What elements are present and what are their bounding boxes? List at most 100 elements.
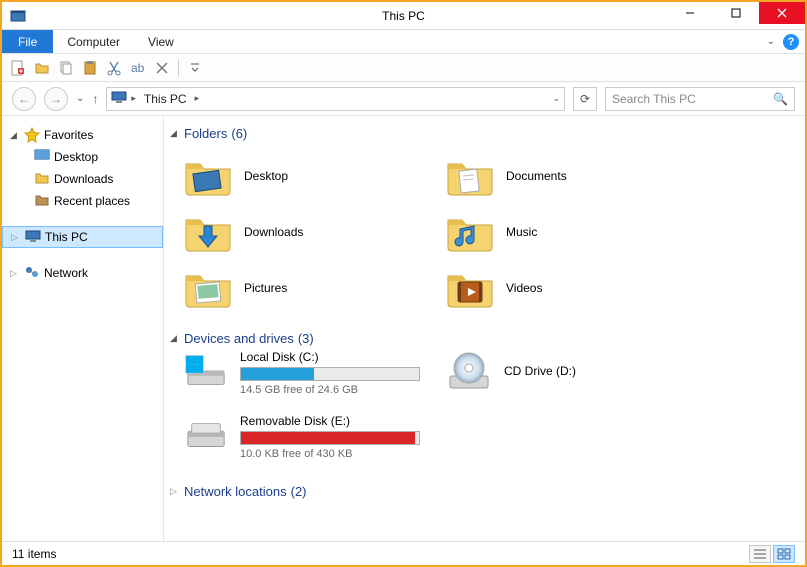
folder-videos[interactable]: Videos xyxy=(446,263,696,313)
body: ◢ Favorites Desktop Downloads Recent p xyxy=(2,116,805,541)
section-count: (2) xyxy=(291,484,307,499)
tree-label: This PC xyxy=(45,230,88,244)
tree-item-recent-places[interactable]: Recent places xyxy=(2,190,163,212)
forward-button[interactable]: → xyxy=(44,87,68,111)
recent-locations-icon[interactable]: ⌄ xyxy=(76,93,84,104)
tree-label: Favorites xyxy=(44,128,93,142)
expand-icon[interactable]: ▷ xyxy=(10,268,20,279)
rename-icon[interactable]: ab xyxy=(130,60,146,76)
tree-label: Desktop xyxy=(54,150,98,164)
tree-network[interactable]: ▷ Network xyxy=(2,262,163,284)
folder-label: Documents xyxy=(506,169,567,183)
drive-removable-e[interactable]: Removable Disk (E:) 10.0 KB free of 430 … xyxy=(170,414,420,470)
svg-text:ab: ab xyxy=(131,61,145,75)
folder-documents[interactable]: Documents xyxy=(446,151,696,201)
folder-downloads[interactable]: Downloads xyxy=(184,207,434,257)
folder-desktop[interactable]: Desktop xyxy=(184,151,434,201)
chevron-right-icon[interactable]: ▸ xyxy=(131,93,136,104)
tree-item-desktop[interactable]: Desktop xyxy=(2,146,163,168)
section-count: (6) xyxy=(231,126,247,141)
desktop-icon xyxy=(34,148,50,167)
expand-icon[interactable]: ▷ xyxy=(11,232,21,243)
section-folders[interactable]: ◢ Folders (6) xyxy=(170,122,795,145)
back-button[interactable]: ← xyxy=(12,87,36,111)
drive-name: Local Disk (C:) xyxy=(240,350,420,364)
tree-this-pc[interactable]: ▷ This PC xyxy=(2,226,163,248)
content-pane: ◢ Folders (6) Desktop Documents xyxy=(164,116,805,541)
collapse-icon[interactable]: ◢ xyxy=(170,128,180,139)
tiles-view-button[interactable] xyxy=(773,545,795,563)
capacity-bar xyxy=(240,367,420,381)
drive-name: CD Drive (D:) xyxy=(504,364,576,378)
open-icon[interactable] xyxy=(34,60,50,76)
folder-music[interactable]: Music xyxy=(446,207,696,257)
drive-free-text: 14.5 GB free of 24.6 GB xyxy=(240,384,420,396)
tab-computer[interactable]: Computer xyxy=(53,30,134,53)
hard-drive-icon xyxy=(184,350,228,392)
cut-icon[interactable] xyxy=(106,60,122,76)
navbar: ← → ⌄ ↑ ▸ This PC ▸ ⌄ ⟳ Search This PC 🔍 xyxy=(2,82,805,116)
folder-label: Videos xyxy=(506,281,542,295)
folder-pictures[interactable]: Pictures xyxy=(184,263,434,313)
window: This PC File Computer View ⌄ ? xyxy=(0,0,807,567)
window-controls xyxy=(667,2,805,24)
capacity-fill xyxy=(241,368,314,380)
section-devices[interactable]: ◢ Devices and drives (3) xyxy=(170,327,795,350)
folder-icon xyxy=(446,156,494,196)
folder-icon xyxy=(446,268,494,308)
drive-local-disk-c[interactable]: Local Disk (C:) 14.5 GB free of 24.6 GB xyxy=(170,350,420,406)
ribbon: File Computer View ⌄ ? xyxy=(2,30,805,54)
maximize-button[interactable] xyxy=(713,2,759,24)
collapse-icon[interactable]: ◢ xyxy=(170,333,180,344)
file-tab[interactable]: File xyxy=(2,30,53,53)
minimize-button[interactable] xyxy=(667,2,713,24)
drive-cd-d[interactable]: CD Drive (D:) xyxy=(432,350,682,406)
up-button[interactable]: ↑ xyxy=(92,92,98,106)
chevron-right-icon[interactable]: ▸ xyxy=(195,93,200,104)
folder-label: Downloads xyxy=(244,225,303,239)
copy-icon[interactable] xyxy=(58,60,74,76)
ribbon-expand-icon[interactable]: ⌄ xyxy=(767,36,775,47)
search-placeholder: Search This PC xyxy=(612,92,696,106)
paste-icon[interactable] xyxy=(82,60,98,76)
folder-icon xyxy=(184,212,232,252)
folder-label: Pictures xyxy=(244,281,287,295)
this-pc-icon xyxy=(111,89,127,108)
details-view-button[interactable] xyxy=(749,545,771,563)
tree-item-downloads[interactable]: Downloads xyxy=(2,168,163,190)
recent-places-icon xyxy=(34,192,50,211)
downloads-icon xyxy=(34,170,50,189)
quick-access-toolbar: ab xyxy=(2,54,805,82)
tree-label: Downloads xyxy=(54,172,113,186)
customize-toolbar-icon[interactable] xyxy=(187,60,203,76)
folder-icon xyxy=(446,212,494,252)
statusbar: 11 items xyxy=(2,541,805,565)
folder-label: Desktop xyxy=(244,169,288,183)
network-icon xyxy=(24,264,40,283)
tree-favorites[interactable]: ◢ Favorites xyxy=(2,124,163,146)
app-icon xyxy=(10,8,26,24)
delete-icon[interactable] xyxy=(154,60,170,76)
refresh-button[interactable]: ⟳ xyxy=(573,87,597,111)
search-icon: 🔍 xyxy=(773,92,788,106)
address-bar[interactable]: ▸ This PC ▸ ⌄ xyxy=(106,87,565,111)
collapse-icon[interactable]: ◢ xyxy=(10,130,20,141)
star-icon xyxy=(24,127,40,143)
breadcrumb-this-pc[interactable]: This PC xyxy=(140,92,191,106)
titlebar: This PC xyxy=(2,2,805,30)
removable-drive-icon xyxy=(184,414,228,456)
drive-name: Removable Disk (E:) xyxy=(240,414,420,428)
tab-view[interactable]: View xyxy=(134,30,188,53)
capacity-bar xyxy=(240,431,420,445)
search-box[interactable]: Search This PC 🔍 xyxy=(605,87,795,111)
address-dropdown-icon[interactable]: ⌄ xyxy=(552,93,560,104)
help-icon[interactable]: ? xyxy=(783,34,799,50)
properties-icon[interactable] xyxy=(10,60,26,76)
this-pc-icon xyxy=(25,228,41,247)
section-network-locations[interactable]: ▷ Network locations (2) xyxy=(170,480,795,503)
close-button[interactable] xyxy=(759,2,805,24)
expand-icon[interactable]: ▷ xyxy=(170,486,180,497)
folder-icon xyxy=(184,156,232,196)
section-label: Devices and drives xyxy=(184,331,294,346)
separator xyxy=(178,59,179,77)
